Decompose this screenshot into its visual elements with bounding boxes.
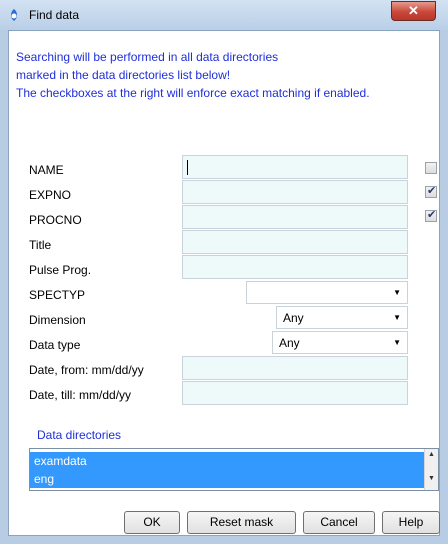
date-till-input[interactable] <box>182 381 408 405</box>
help-button[interactable]: Help <box>382 511 440 534</box>
check-icon: ✔ <box>427 209 437 221</box>
dimension-label: Dimension <box>29 313 86 327</box>
date-from-label: Date, from: mm/dd/yy <box>29 363 144 377</box>
spectyp-select[interactable]: ▼ <box>246 281 408 304</box>
spectyp-label: SPECTYP <box>29 288 86 302</box>
procno-input[interactable] <box>182 205 408 229</box>
close-button[interactable]: ✕ <box>391 1 436 21</box>
chevron-down-icon: ▼ <box>393 338 401 347</box>
procno-exact-checkbox[interactable]: ✔ <box>425 209 437 222</box>
title-label: Title <box>29 238 52 252</box>
check-icon: ✔ <box>427 185 437 197</box>
info-line: marked in the data directories list belo… <box>16 68 231 82</box>
list-item[interactable]: eng <box>30 470 425 488</box>
find-data-dialog: Find data ✕ Searching will be performed … <box>0 0 448 544</box>
date-from-input[interactable] <box>182 356 408 380</box>
info-line: Searching will be performed in all data … <box>16 50 279 64</box>
ok-button[interactable]: OK <box>124 511 180 534</box>
title-input[interactable] <box>182 230 408 254</box>
expno-label: EXPNO <box>29 188 72 202</box>
name-input[interactable] <box>182 155 408 179</box>
reset-mask-button[interactable]: Reset mask <box>187 511 296 534</box>
text-cursor <box>187 160 188 175</box>
list-item[interactable]: examdata <box>30 452 425 470</box>
data-type-select[interactable]: Any ▼ <box>272 331 408 354</box>
data-type-value: Any <box>279 336 300 350</box>
chevron-down-icon: ▼ <box>393 313 401 322</box>
data-directories-label: Data directories <box>37 428 122 442</box>
pulse-prog-label: Pulse Prog. <box>29 263 92 277</box>
expno-input[interactable] <box>182 180 408 204</box>
name-exact-checkbox[interactable] <box>425 162 437 174</box>
dimension-value: Any <box>283 311 304 325</box>
pulse-prog-input[interactable] <box>182 255 408 279</box>
expno-exact-checkbox[interactable]: ✔ <box>425 185 437 198</box>
app-icon <box>11 9 17 21</box>
name-label: NAME <box>29 163 64 177</box>
scroll-up-icon[interactable]: ▲ <box>425 451 438 465</box>
list-scrollbar[interactable]: ▲ ▼ <box>424 449 438 490</box>
date-till-label: Date, till: mm/dd/yy <box>29 388 132 402</box>
info-text: Searching will be performed in all data … <box>16 48 436 102</box>
scroll-down-icon[interactable]: ▼ <box>425 475 438 489</box>
info-line: The checkboxes at the right will enforce… <box>16 86 370 100</box>
window-title: Find data <box>29 8 80 22</box>
title-bar: Find data ✕ <box>0 0 448 30</box>
dimension-select[interactable]: Any ▼ <box>276 306 408 329</box>
chevron-down-icon: ▼ <box>393 288 401 297</box>
cancel-button[interactable]: Cancel <box>303 511 375 534</box>
data-directories-list[interactable]: examdata eng ▲ ▼ <box>29 448 439 491</box>
procno-label: PROCNO <box>29 213 82 227</box>
close-icon: ✕ <box>408 3 419 18</box>
data-type-label: Data type <box>29 338 81 352</box>
